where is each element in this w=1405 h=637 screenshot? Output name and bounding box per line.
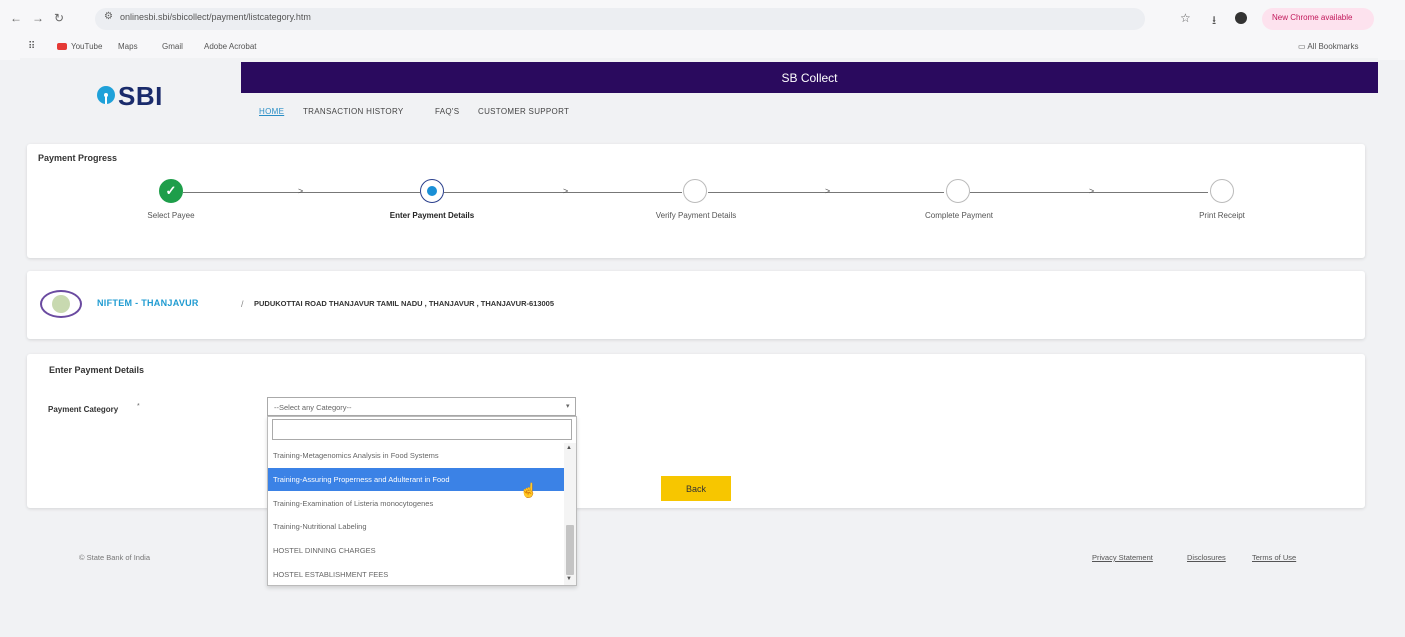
checkmark-icon: ✓ (159, 179, 183, 203)
apps-grid-icon[interactable]: ⠿ (28, 41, 35, 52)
nav-customer-support[interactable]: CUSTOMER SUPPORT (478, 107, 569, 116)
bookmark-youtube[interactable]: YouTube (71, 42, 102, 51)
payee-separator: / (241, 299, 244, 309)
payment-category-label: Payment Category (48, 405, 119, 414)
category-option[interactable]: Training-Nutritional Labeling (268, 515, 564, 538)
nav-transaction-history[interactable]: TRANSACTION HISTORY (303, 107, 404, 116)
scroll-down-icon[interactable]: ▼ (566, 576, 572, 582)
chevron-right-icon: > (825, 186, 831, 196)
dropdown-arrow-icon[interactable]: ▾ (566, 402, 570, 410)
required-mark: * (137, 403, 140, 410)
step-current-dot (427, 186, 437, 196)
disclosures-link[interactable]: Disclosures (1187, 553, 1226, 562)
profile-icon[interactable] (1235, 12, 1247, 24)
privacy-statement-link[interactable]: Privacy Statement (1092, 553, 1153, 562)
step-pending-icon (1210, 179, 1234, 203)
site-info-icon[interactable]: ⚙ (104, 11, 113, 22)
all-bookmarks[interactable]: ▭ All Bookmarks (1298, 42, 1358, 51)
nav-faqs[interactable]: FAQ'S (435, 107, 459, 116)
download-icon[interactable]: ⭳ (1212, 11, 1216, 32)
step-label-complete: Complete Payment (924, 211, 994, 220)
category-option[interactable]: Training-Metagenomics Analysis in Food S… (268, 444, 564, 467)
youtube-icon (57, 43, 67, 50)
chevron-right-icon: > (563, 186, 569, 196)
sbi-logo[interactable]: SBI (118, 81, 163, 112)
step-pending-icon (946, 179, 970, 203)
terms-of-use-link[interactable]: Terms of Use (1252, 553, 1296, 562)
back-arrow-icon[interactable]: ← (10, 11, 22, 25)
step-label-select-payee: Select Payee (147, 211, 195, 220)
scrollbar-thumb[interactable] (566, 525, 574, 575)
emblem-inner (52, 295, 70, 313)
all-bookmarks-label: All Bookmarks (1307, 42, 1359, 51)
chevron-right-icon: > (1089, 186, 1095, 196)
url-text[interactable]: onlinesbi.sbi/sbicollect/payment/listcat… (120, 12, 311, 22)
payee-address: PUDUKOTTAI ROAD THANJAVUR TAMIL NADU , T… (254, 299, 555, 308)
step-label-print: Print Receipt (1199, 211, 1245, 220)
update-chip-label[interactable]: New Chrome available (1272, 13, 1352, 22)
step-label-verify: Verify Payment Details (655, 211, 737, 220)
bookmark-acrobat[interactable]: Adobe Acrobat (204, 42, 256, 51)
sbi-logo-stem (105, 96, 107, 104)
category-option[interactable]: HOSTEL DINNING CHARGES (268, 539, 564, 562)
hand-cursor-icon: ☝ (520, 482, 538, 498)
chevron-right-icon: > (298, 186, 304, 196)
progress-title: Payment Progress (38, 153, 118, 163)
step-pending-icon (683, 179, 707, 203)
step-label-enter-details: Enter Payment Details (389, 211, 475, 220)
forward-arrow-icon[interactable]: → (32, 11, 44, 25)
banner-title: SB Collect (781, 71, 838, 85)
bookmark-maps[interactable]: Maps (118, 42, 138, 51)
back-button[interactable]: Back (661, 476, 731, 501)
select-value[interactable]: --Select any Category-- (274, 403, 352, 412)
folder-icon: ▭ (1298, 42, 1308, 51)
reload-icon[interactable]: ↻ (54, 11, 64, 25)
payee-name: NIFTEM - THANJAVUR (97, 298, 199, 308)
footer-copyright: © State Bank of India (79, 553, 150, 562)
bookmark-gmail[interactable]: Gmail (162, 42, 183, 51)
nav-home[interactable]: HOME (259, 107, 284, 116)
payee-card (27, 271, 1365, 339)
details-title: Enter Payment Details (49, 365, 145, 375)
scroll-up-icon[interactable]: ▲ (566, 445, 572, 451)
category-option[interactable]: HOSTEL ESTABLISHMENT FEES (268, 563, 564, 586)
star-icon[interactable]: ☆ (1180, 11, 1191, 25)
category-search-input[interactable] (272, 419, 572, 440)
